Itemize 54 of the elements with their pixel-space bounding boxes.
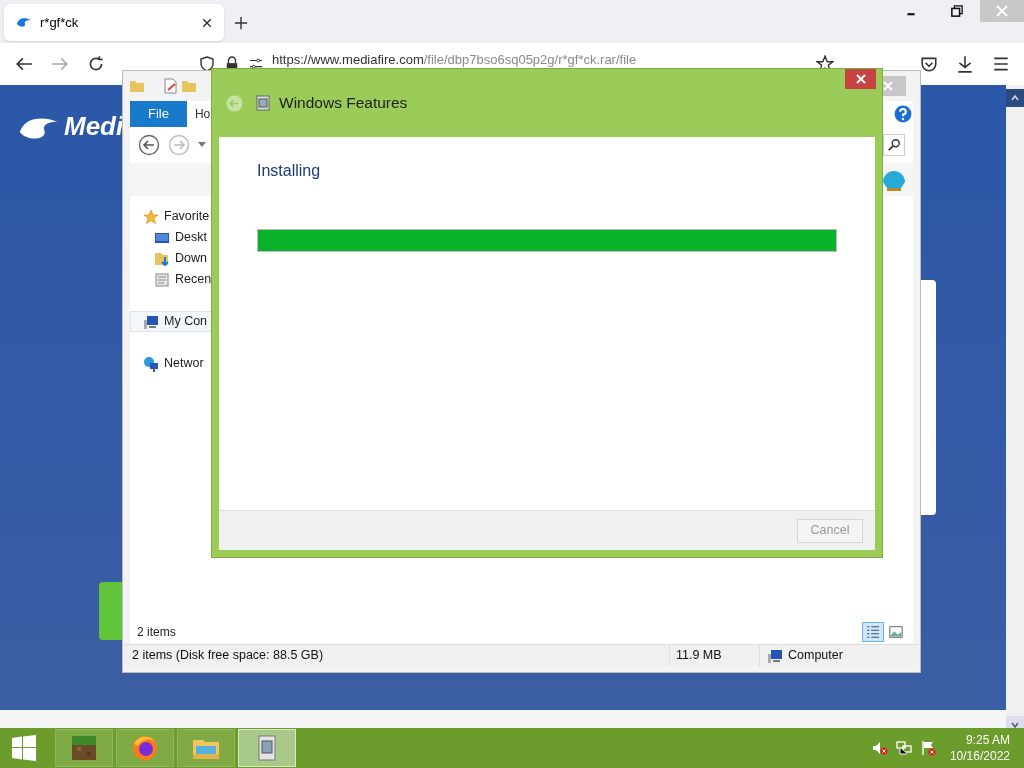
taskbar-button[interactable]: [116, 729, 174, 767]
item-count: 2 items: [137, 624, 176, 641]
star-icon: [143, 208, 159, 225]
new-folder-icon: [181, 78, 197, 94]
computer-icon: [143, 313, 159, 330]
pocket-icon[interactable]: [920, 55, 939, 73]
scroll-up-icon[interactable]: [1011, 94, 1019, 102]
logo-text[interactable]: Medi: [64, 107, 124, 146]
status-text: 2 items (Disk free space: 88.5 GB): [124, 645, 670, 666]
close-icon: [855, 74, 866, 84]
plus-icon[interactable]: [234, 16, 248, 30]
url-host[interactable]: https://www.mediafire.com: [272, 53, 424, 67]
browser-tab[interactable]: r*gf*ck: [4, 4, 224, 41]
ribbon-tab[interactable]: File: [130, 101, 187, 127]
horizontal-scrollbar[interactable]: [0, 710, 1006, 728]
recent-icon: [154, 271, 170, 288]
scrollbar[interactable]: [1006, 85, 1024, 728]
network-icon[interactable]: [895, 740, 912, 756]
clock-date[interactable]: 10/16/2022: [949, 748, 1010, 764]
flag-icon[interactable]: [919, 740, 936, 756]
network-icon: [143, 355, 159, 372]
back-arrow-icon[interactable]: [15, 55, 33, 73]
properties-icon: [162, 78, 178, 94]
dialog-title: Windows Features: [279, 93, 408, 114]
details-view-icon[interactable]: [865, 625, 881, 639]
clock-time[interactable]: 9:25 AM: [965, 732, 1010, 748]
close-button[interactable]: [845, 69, 876, 89]
windows-logo-icon[interactable]: [11, 735, 37, 761]
downloads-icon: [154, 250, 170, 267]
close-icon[interactable]: [202, 17, 212, 28]
status-location: Computer: [788, 647, 843, 665]
close-icon: [883, 81, 893, 91]
download-icon[interactable]: [956, 55, 975, 73]
features-icon: [255, 95, 271, 111]
taskbar-button[interactable]: [55, 729, 113, 767]
ribbon-tab[interactable]: Ho: [186, 101, 215, 127]
reload-icon[interactable]: [87, 55, 105, 73]
restore-icon[interactable]: [950, 5, 964, 17]
dropdown-caret-icon[interactable]: [198, 142, 206, 148]
close-icon: [996, 5, 1008, 17]
menu-icon[interactable]: [992, 55, 1011, 73]
search-icon[interactable]: [887, 138, 901, 152]
folder-icon: [129, 78, 145, 94]
url-path[interactable]: /file/dbp7bso6sq05p2g/r*gf*ck.rar/file: [423, 53, 637, 67]
permissions-icon: [248, 57, 264, 71]
tab-title: r*gf*ck: [40, 13, 80, 32]
volume-muted-icon[interactable]: [871, 740, 888, 756]
dialog-heading: Installing: [257, 161, 322, 181]
thumbnail-view-icon[interactable]: [889, 625, 903, 639]
scroll-down-icon[interactable]: [1011, 721, 1019, 729]
help-icon[interactable]: [894, 105, 912, 123]
shield-icon: [199, 55, 215, 73]
computer-icon: [766, 647, 784, 664]
status-size: 11.9 MB: [670, 645, 760, 666]
